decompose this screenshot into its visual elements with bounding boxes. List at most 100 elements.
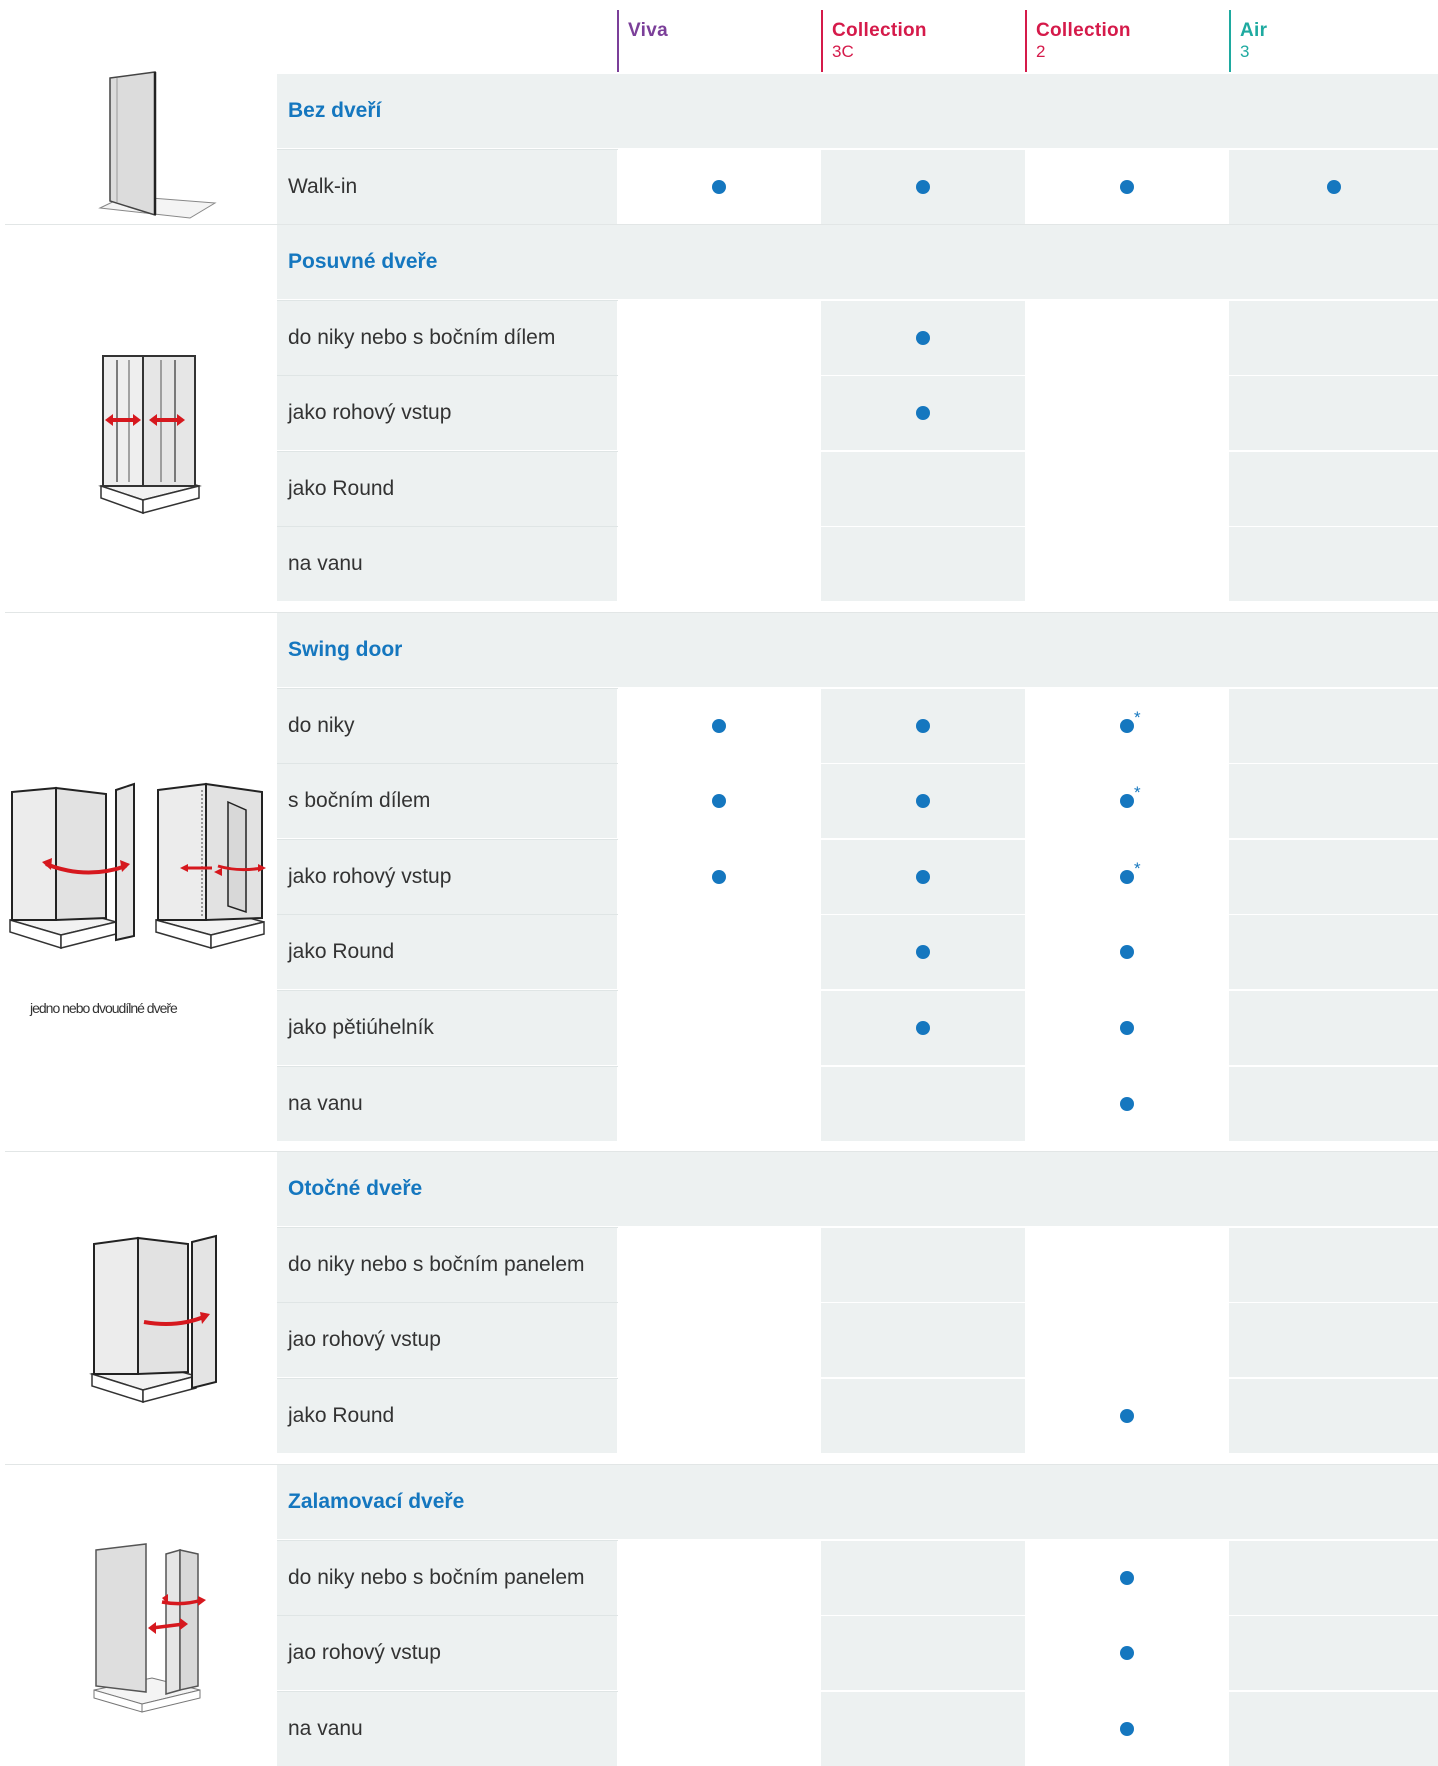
footnote-asterisk: * (1134, 783, 1141, 803)
section-header-row: Swing door (277, 613, 1438, 687)
availability-cell (617, 915, 821, 989)
availability-dot-icon (1120, 1721, 1134, 1736)
section-header-cell (1229, 613, 1438, 687)
table-row: jako Round (277, 1378, 1438, 1453)
availability-cell (821, 527, 1025, 602)
row-label: jako Round (288, 476, 395, 500)
row-label: na vanu (288, 552, 363, 576)
availability-cell (821, 688, 1025, 763)
availability-dot-icon (712, 869, 726, 884)
availability-dot-icon (916, 406, 930, 421)
availability-cell: * (1025, 764, 1229, 838)
section-header-cell (1025, 74, 1229, 148)
availability-cell (1025, 1616, 1229, 1690)
column-subname: 3 (1240, 42, 1250, 61)
section-label-cell: Swing door (277, 613, 617, 687)
section-header-cell (821, 1152, 1025, 1226)
availability-cell (821, 1616, 1025, 1691)
availability-cell (821, 376, 1025, 451)
availability-cell (617, 301, 821, 375)
availability-cell (821, 991, 1025, 1065)
section-header-row: Posuvné dveře (277, 225, 1438, 299)
row-label: do niky nebo s bočním dílem (288, 325, 556, 349)
table-row: jako rohový vstup (277, 376, 1438, 451)
availability-cell (1025, 1228, 1229, 1302)
availability-dot-icon (916, 330, 930, 345)
availability-dot-icon (916, 869, 930, 884)
availability-cell (821, 1378, 1025, 1453)
section-header-cell (1229, 1465, 1438, 1539)
availability-cell (617, 527, 821, 601)
row-label: jako Round (288, 1403, 395, 1427)
availability-cell (617, 1541, 821, 1615)
table-row: na vanu (277, 527, 1438, 602)
column-subname: 3C (832, 42, 854, 61)
section-label-cell: Posuvné dveře (277, 225, 617, 299)
column-name: Viva (628, 20, 668, 41)
column-header-air-3: Air 3 (1229, 10, 1438, 72)
availability-cell (1229, 1540, 1438, 1615)
availability-cell (1229, 1066, 1438, 1141)
availability-dot-icon (1326, 179, 1341, 194)
table-row: jao rohový vstup (277, 1616, 1438, 1691)
row-label-cell: jao rohový vstup (277, 1616, 617, 1691)
section-header-cell (1025, 613, 1229, 687)
table-row: s bočním dílem * (277, 764, 1438, 839)
row-label-cell: s bočním dílem (277, 764, 617, 839)
availability-dot-icon (916, 945, 930, 960)
availability-cell (1229, 1303, 1438, 1378)
table-row: jako Round (277, 915, 1438, 990)
availability-cell (1229, 688, 1438, 763)
section-header-cell (1025, 1465, 1229, 1539)
walk-in-panel-illustration (98, 71, 217, 219)
row-label: do niky (288, 713, 355, 737)
availability-dot-icon (712, 179, 726, 194)
row-label-cell: jako rohový vstup (277, 839, 617, 914)
availability-cell (617, 452, 821, 526)
section-header-row: Bez dveří (277, 74, 1438, 148)
table-row: jako pětiúhelník (277, 991, 1438, 1065)
availability-dot-icon (916, 794, 930, 809)
availability-dot-icon (916, 1021, 930, 1035)
availability-cell (617, 376, 821, 450)
availability-cell (1025, 1541, 1229, 1615)
availability-cell (821, 764, 1025, 839)
section-label-cell: Bez dveří (277, 74, 617, 148)
availability-cell (1025, 1379, 1229, 1453)
column-name: Collection (832, 20, 927, 41)
availability-cell (821, 839, 1025, 914)
row-label-cell: do niky nebo s bočním dílem (277, 300, 617, 375)
availability-cell (1025, 1692, 1229, 1766)
availability-cell (821, 300, 1025, 375)
row-label-cell: na vanu (277, 1691, 617, 1766)
row-label: na vanu (288, 1716, 363, 1740)
section-label-cell: Zalamovací dveře (277, 1465, 617, 1539)
availability-dot-icon (916, 718, 930, 733)
table-row: Walk-in (277, 149, 1438, 224)
availability-cell (617, 1303, 821, 1377)
availability-cell (617, 1379, 821, 1453)
column-header-collection-3c: Collection 3C (821, 10, 1025, 72)
availability-cell (617, 1692, 821, 1766)
availability-cell: * (1025, 840, 1229, 914)
column-subname: 2 (1036, 42, 1046, 61)
availability-cell (1229, 991, 1438, 1065)
availability-cell (1229, 300, 1438, 375)
row-label-cell: jako Round (277, 451, 617, 526)
availability-cell (821, 149, 1025, 224)
row-label: jao rohový vstup (288, 1328, 441, 1352)
availability-cell (617, 150, 821, 224)
row-label: s bočním dílem (288, 789, 431, 813)
availability-cell (617, 689, 821, 763)
availability-dot-icon (1120, 1021, 1134, 1035)
availability-cell (1229, 451, 1438, 526)
availability-cell (1229, 1691, 1438, 1766)
section-label-cell: Otočné dveře (277, 1152, 617, 1226)
row-label: na vanu (288, 1091, 363, 1115)
row-label-cell: jao rohový vstup (277, 1303, 617, 1378)
section-header-cell (617, 74, 821, 148)
section-header-cell (821, 1465, 1025, 1539)
availability-cell (1229, 1616, 1438, 1691)
table-row: jako Round (277, 451, 1438, 526)
swing-door-illustration (9, 782, 266, 950)
